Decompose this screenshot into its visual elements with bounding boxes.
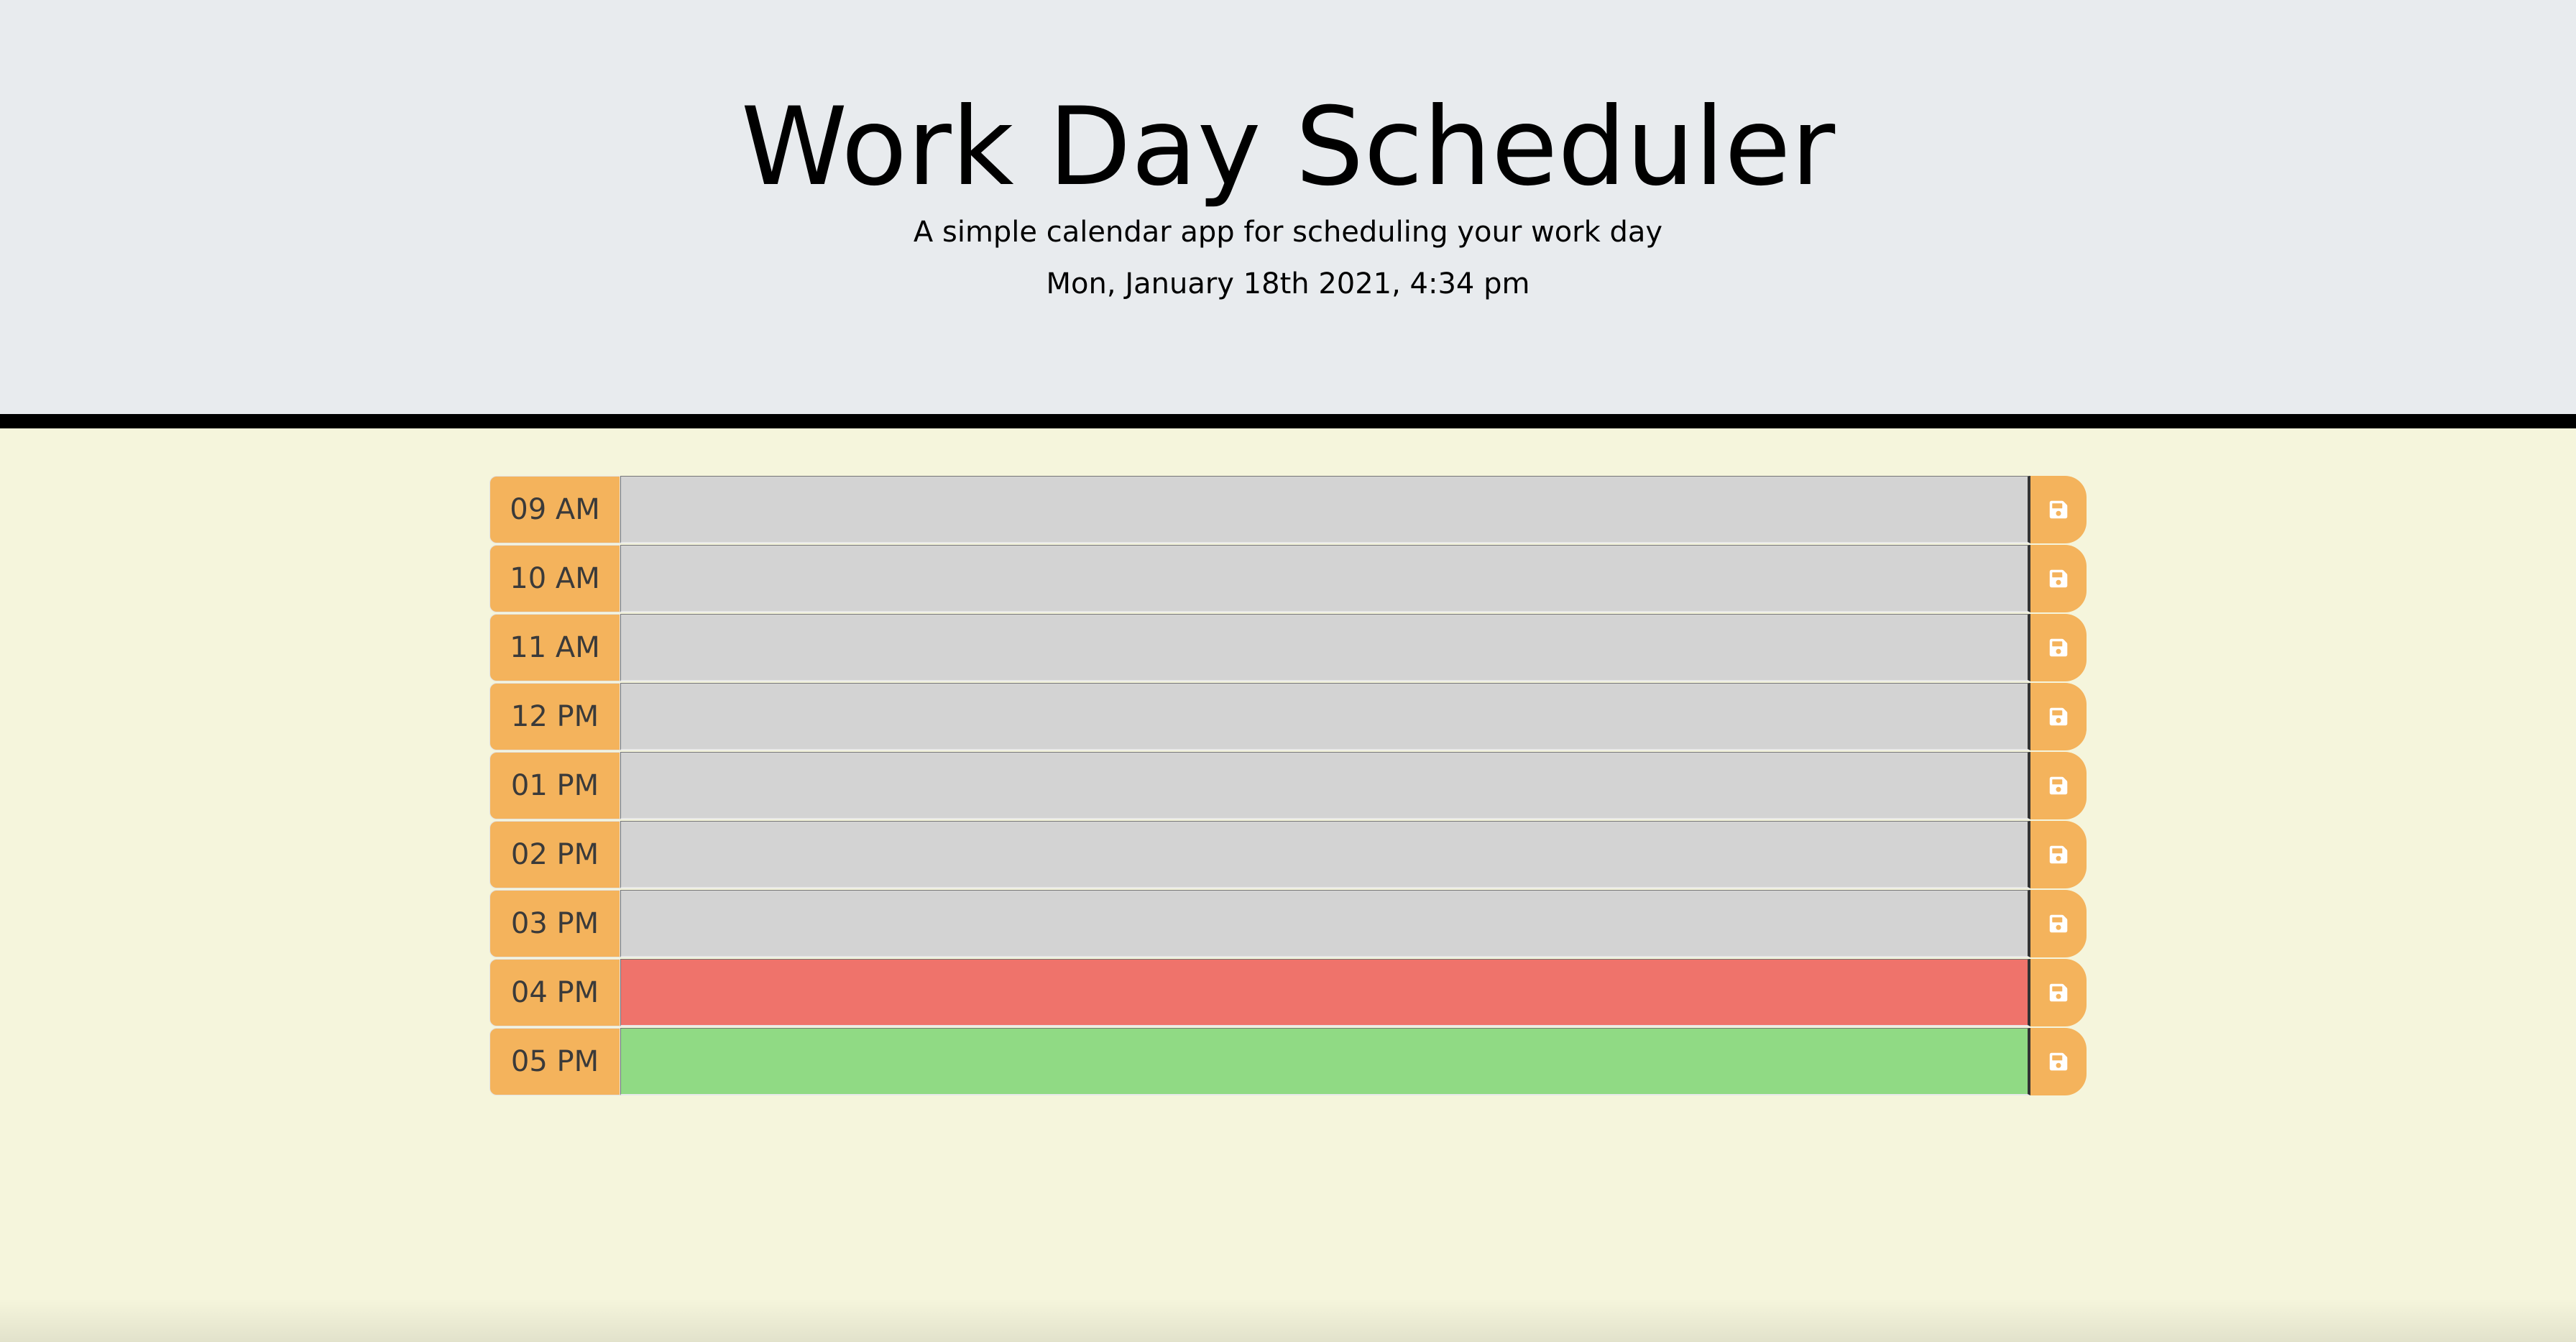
event-description-input[interactable] [620,821,2030,888]
save-button[interactable] [2030,821,2087,888]
save-button[interactable] [2030,959,2087,1026]
timeblock-row: 03 PM [489,890,2087,959]
event-description-input[interactable] [620,890,2030,957]
hour-label: 09 AM [489,476,620,543]
header-divider [0,414,2576,428]
save-button[interactable] [2030,890,2087,957]
hour-label: 12 PM [489,683,620,750]
save-icon [2048,983,2069,1003]
hour-label: 03 PM [489,890,620,957]
event-description-input[interactable] [620,545,2030,612]
bottom-shadow [0,1299,2576,1342]
save-button[interactable] [2030,476,2087,543]
save-button[interactable] [2030,1028,2087,1095]
schedule-area: 09 AM 10 AM 11 AM 12 PM 01 PM 02 PM 03 PM 04 PM… [0,428,2576,1342]
timeblock-row: 02 PM [489,821,2087,890]
save-icon [2048,776,2069,796]
save-icon [2048,500,2069,520]
save-button[interactable] [2030,614,2087,681]
page-header: Work Day Scheduler A simple calendar app… [0,0,2576,414]
timeblock-row: 11 AM [489,614,2087,683]
save-icon [2048,1052,2069,1072]
event-description-input[interactable] [620,476,2030,543]
timeblock-row: 09 AM [489,476,2087,545]
save-icon [2048,638,2069,658]
save-icon [2048,569,2069,589]
current-day: Mon, January 18th 2021, 4:34 pm [1046,267,1530,300]
save-icon [2048,845,2069,865]
save-icon [2048,707,2069,727]
page-title: Work Day Scheduler [740,85,1836,210]
page-subtitle: A simple calendar app for scheduling you… [913,216,1663,249]
save-button[interactable] [2030,683,2087,750]
timeblock-row: 05 PM [489,1028,2087,1097]
save-button[interactable] [2030,545,2087,612]
timeblock-list: 09 AM 10 AM 11 AM 12 PM 01 PM 02 PM 03 PM 04 PM… [489,476,2087,1097]
event-description-input[interactable] [620,614,2030,681]
save-button[interactable] [2030,752,2087,819]
hour-label: 05 PM [489,1028,620,1095]
timeblock-row: 04 PM [489,959,2087,1028]
event-description-input[interactable] [620,959,2030,1026]
timeblock-row: 12 PM [489,683,2087,752]
hour-label: 11 AM [489,614,620,681]
timeblock-row: 01 PM [489,752,2087,821]
hour-label: 02 PM [489,821,620,888]
timeblock-row: 10 AM [489,545,2087,614]
save-icon [2048,914,2069,934]
event-description-input[interactable] [620,1028,2030,1095]
event-description-input[interactable] [620,752,2030,819]
event-description-input[interactable] [620,683,2030,750]
hour-label: 01 PM [489,752,620,819]
hour-label: 04 PM [489,959,620,1026]
hour-label: 10 AM [489,545,620,612]
